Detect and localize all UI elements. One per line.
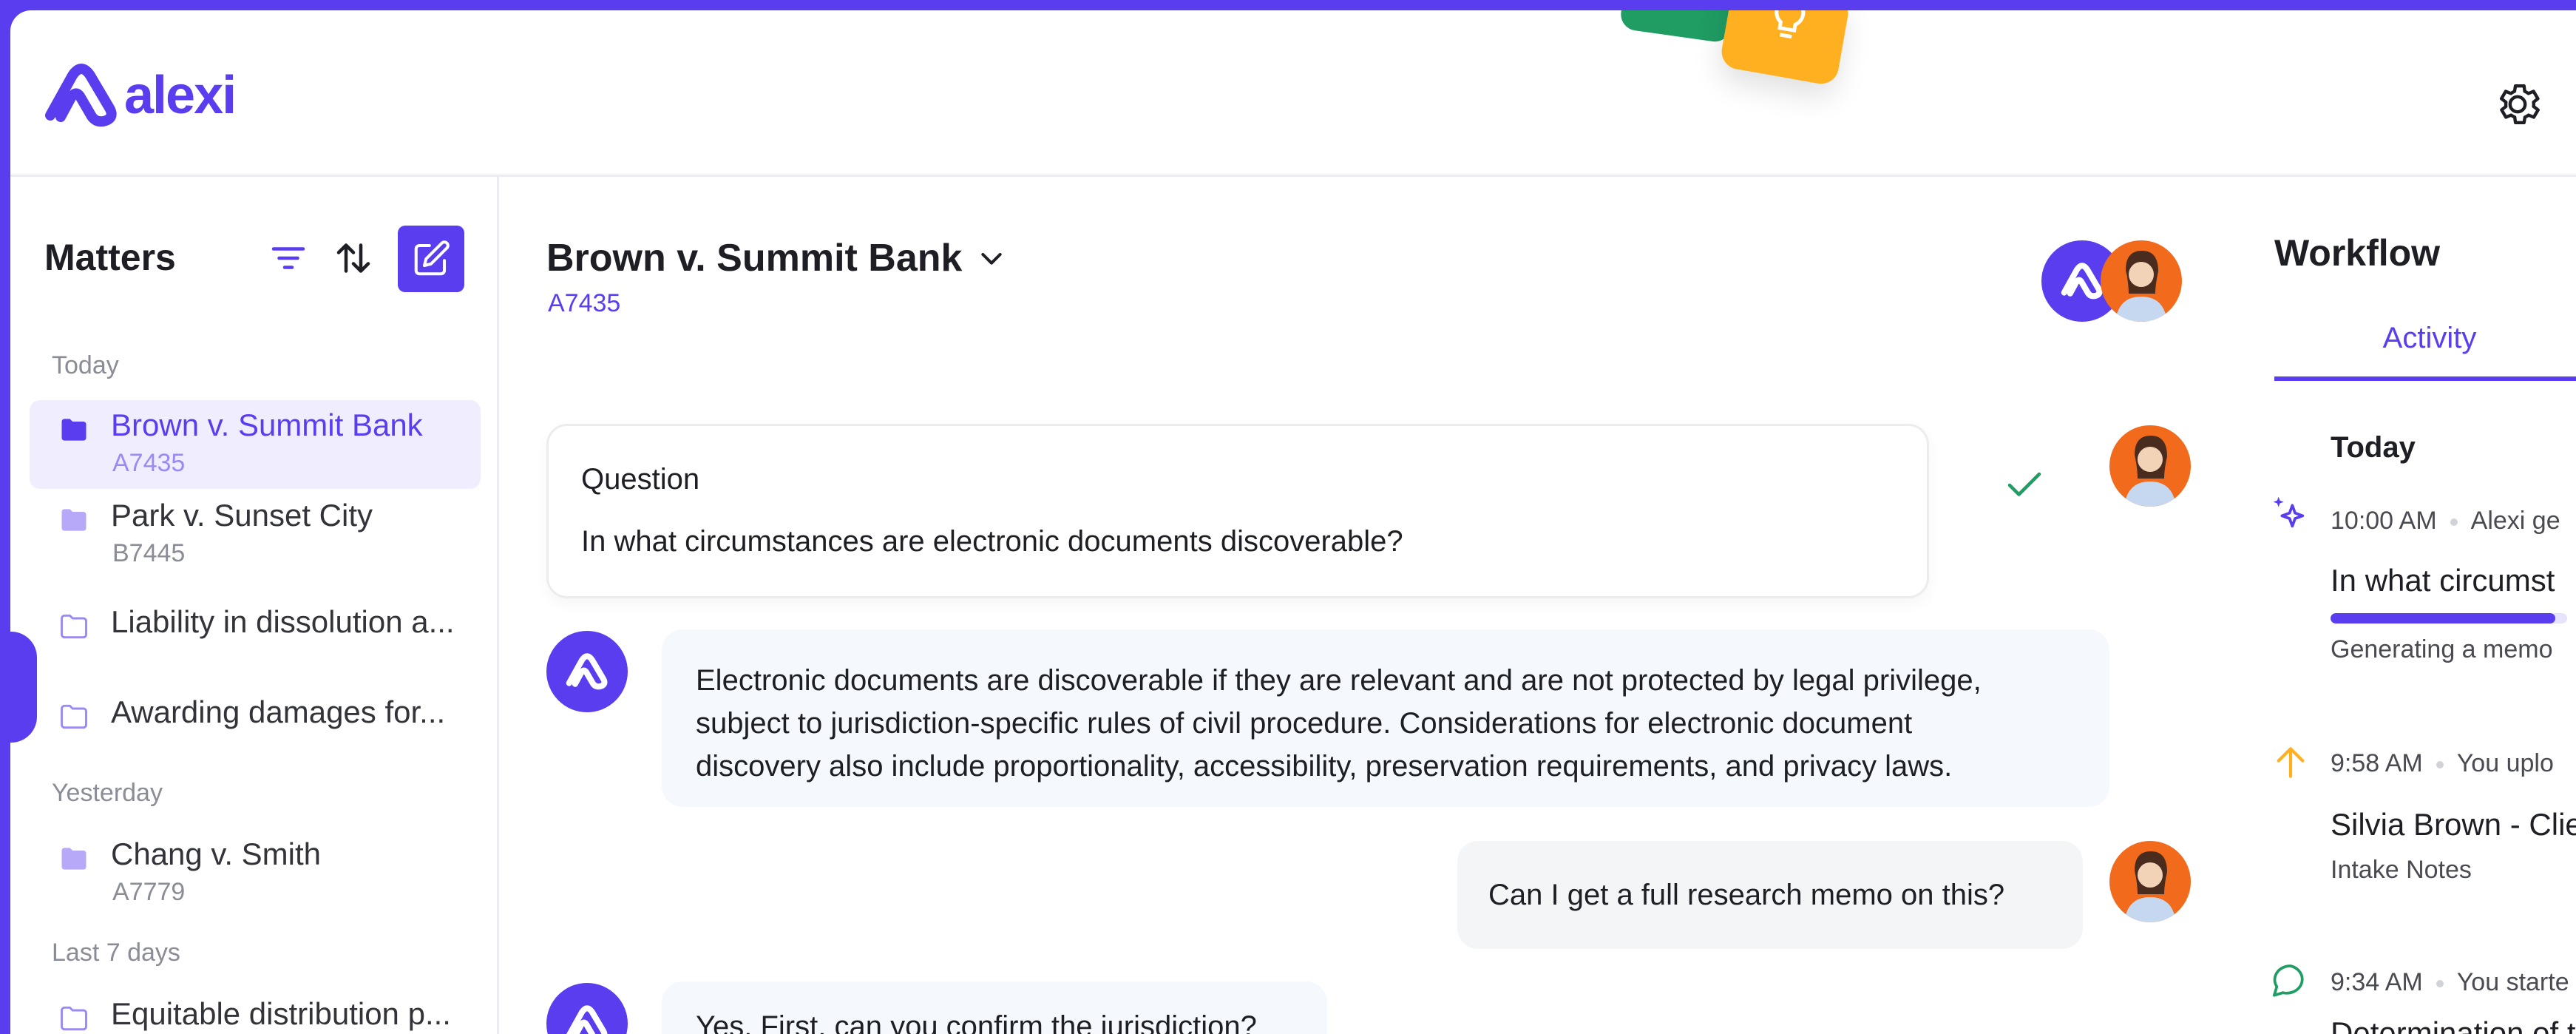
alexi-avatar bbox=[546, 983, 628, 1034]
ai-message-text: Yes. First, can you confirm the jurisdic… bbox=[696, 1010, 1257, 1034]
edit-icon bbox=[414, 240, 450, 276]
activity-actor: Alexi ge bbox=[2470, 507, 2560, 535]
tab-activity-label: Activity bbox=[2382, 322, 2477, 354]
alexi-logo[interactable]: alexi bbox=[43, 62, 237, 129]
activity-day-label: Today bbox=[2331, 431, 2416, 464]
user-avatar[interactable] bbox=[2101, 240, 2182, 322]
activity-meta: 9:34 AM You starte bbox=[2331, 968, 2569, 997]
logo-wordmark: alexi bbox=[124, 66, 237, 125]
top-bar: alexi bbox=[10, 10, 2576, 177]
check-icon bbox=[2007, 472, 2041, 496]
progress-fill bbox=[2331, 613, 2555, 624]
activity-title[interactable]: In what circumst bbox=[2331, 563, 2555, 598]
sparkle-icon bbox=[2273, 496, 2305, 528]
question-card: Question In what circumstances are elect… bbox=[546, 424, 2041, 598]
folder-outline-icon bbox=[61, 614, 87, 639]
case-title: Brown v. Summit Bank bbox=[546, 237, 963, 280]
new-matter-button[interactable] bbox=[398, 226, 464, 292]
alexi-avatar bbox=[546, 631, 628, 712]
matter-name: Brown v. Summit Bank bbox=[111, 408, 423, 442]
chevron-down-icon bbox=[981, 253, 1003, 265]
matter-code: A7435 bbox=[112, 449, 186, 477]
user-avatar bbox=[2109, 425, 2191, 507]
group-label-today: Today bbox=[52, 351, 119, 379]
separator-dot bbox=[2450, 518, 2458, 527]
ai-message-line: Electronic documents are discoverable if… bbox=[696, 664, 1982, 697]
ai-message-bubble: Yes. First, can you confirm the jurisdic… bbox=[662, 981, 1327, 1034]
matter-name: Awarding damages for... bbox=[111, 695, 446, 729]
activity-time: 10:00 AM bbox=[2331, 507, 2437, 535]
upload-arrow-icon bbox=[2277, 747, 2305, 778]
activity-subtitle: Generating a memo bbox=[2331, 635, 2553, 663]
matter-item-park-v-sunset-city[interactable]: Park v. Sunset City B7445 bbox=[30, 490, 481, 579]
group-label-last-7-days: Last 7 days bbox=[52, 939, 180, 967]
matter-item-liability-in-dissolution[interactable]: Liability in dissolution a... bbox=[30, 597, 481, 686]
user-avatar bbox=[2109, 841, 2191, 922]
activity-time: 9:34 AM bbox=[2331, 968, 2423, 996]
activity-subtitle: Intake Notes bbox=[2331, 856, 2472, 884]
tab-activity[interactable]: Activity bbox=[2274, 322, 2576, 381]
activity-meta: 9:58 AM You uplo bbox=[2331, 749, 2554, 778]
user-message-text: Can I get a full research memo on this? bbox=[1488, 879, 2005, 911]
gear-icon[interactable] bbox=[2492, 78, 2543, 130]
matter-name: Chang v. Smith bbox=[111, 837, 322, 871]
folder-outline-icon bbox=[61, 1006, 87, 1031]
app-window: alexi Matters Today Brown v. Summit Bank… bbox=[10, 10, 2576, 1034]
activity-title[interactable]: Determination of t bbox=[2331, 1016, 2576, 1034]
user-message-bubble: Can I get a full research memo on this? bbox=[1457, 841, 2083, 949]
activity-meta: 10:00 AM Alexi ge bbox=[2331, 507, 2560, 535]
matter-code: B7445 bbox=[112, 539, 186, 567]
matter-name: Park v. Sunset City bbox=[111, 498, 373, 533]
workflow-title: Workflow bbox=[2274, 232, 2441, 274]
question-label: Question bbox=[581, 463, 700, 496]
separator-dot bbox=[2436, 761, 2444, 769]
alexi-logo-icon bbox=[45, 64, 117, 127]
folder-filled-icon bbox=[61, 848, 87, 870]
chat-panel: Brown v. Summit Bank A7435 Question In w… bbox=[499, 177, 2238, 1034]
activity-time: 9:58 AM bbox=[2331, 749, 2423, 777]
folder-filled-icon bbox=[61, 419, 87, 441]
matter-item-chang-v-smith[interactable]: Chang v. Smith A7779 bbox=[30, 829, 481, 918]
sort-icon[interactable] bbox=[331, 236, 376, 280]
chat-bubble-icon bbox=[2272, 964, 2304, 997]
activity-title[interactable]: Silvia Brown - Clie bbox=[2331, 807, 2576, 842]
matter-code: A7779 bbox=[112, 878, 186, 906]
matter-item-brown-v-summit-bank[interactable]: Brown v. Summit Bank A7435 bbox=[30, 400, 481, 489]
ai-message-bubble: Electronic documents are discoverable if… bbox=[662, 629, 2109, 807]
matter-item-equitable-distribution[interactable]: Equitable distribution p... bbox=[30, 989, 481, 1034]
workflow-panel: Workflow Activity Today 10:00 AM Alexi ge… bbox=[2240, 177, 2576, 1034]
matter-name: Equitable distribution p... bbox=[111, 996, 451, 1031]
separator-dot bbox=[2436, 980, 2444, 988]
question-text: In what circumstances are electronic doc… bbox=[581, 525, 1403, 558]
case-title-dropdown[interactable]: Brown v. Summit Bank bbox=[546, 236, 1006, 280]
group-label-yesterday: Yesterday bbox=[52, 779, 163, 807]
folder-filled-icon bbox=[61, 509, 87, 531]
matters-title: Matters bbox=[44, 237, 176, 278]
activity-actor: You uplo bbox=[2456, 749, 2554, 777]
memo-progress-bar bbox=[2331, 613, 2567, 624]
ai-message-line: subject to jurisdiction-specific rules o… bbox=[696, 707, 1913, 740]
case-code: A7435 bbox=[548, 289, 621, 317]
ai-message-text: Electronic documents are discoverable if… bbox=[696, 659, 1982, 788]
matter-name: Liability in dissolution a... bbox=[111, 604, 455, 639]
matter-item-awarding-damages[interactable]: Awarding damages for... bbox=[30, 687, 481, 776]
folder-outline-icon bbox=[61, 704, 87, 729]
matters-sidebar: Matters Today Brown v. Summit Bank A7435… bbox=[10, 177, 499, 1034]
filter-icon[interactable] bbox=[266, 236, 311, 280]
ai-message-line: discovery also include proportionality, … bbox=[696, 750, 1953, 783]
activity-actor: You starte bbox=[2456, 968, 2569, 996]
